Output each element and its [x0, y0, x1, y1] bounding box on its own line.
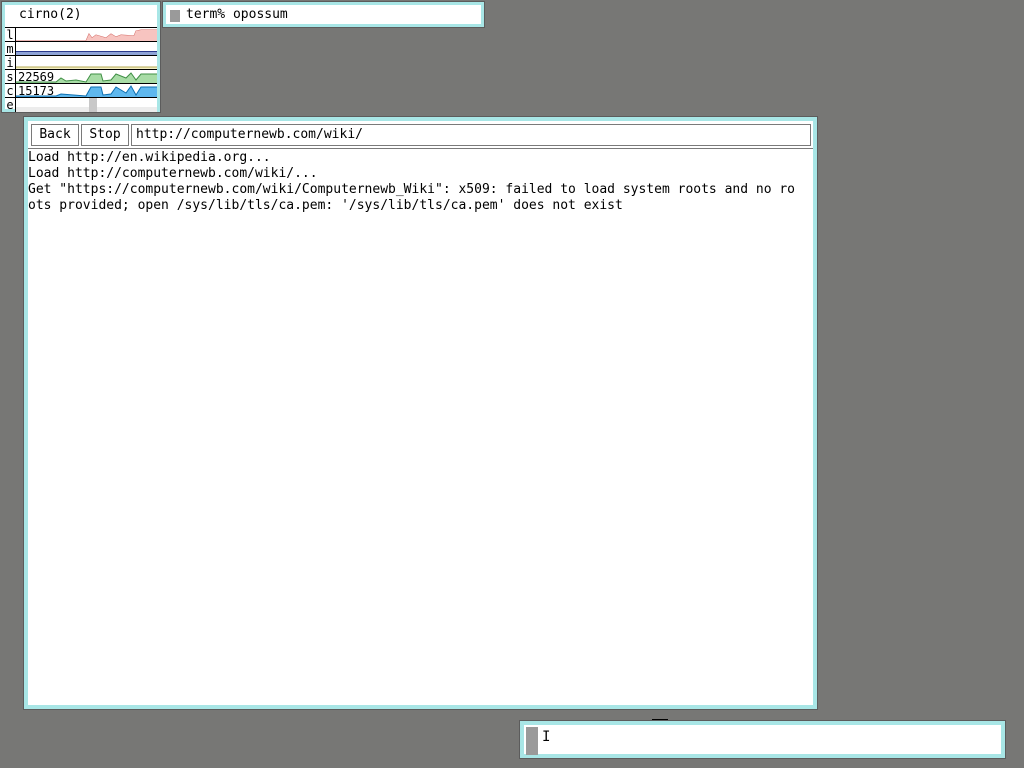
url-field[interactable]: http://computernewb.com/wiki/: [131, 124, 811, 146]
context-value: 15173: [18, 84, 55, 98]
stats-key: l: [5, 28, 16, 42]
text-cursor-icon: I: [542, 729, 551, 745]
load-graph: [16, 29, 157, 42]
stop-button[interactable]: Stop: [81, 124, 129, 146]
syscalls-value: 22569: [18, 70, 55, 84]
ethernet-graph: [16, 98, 157, 112]
stats-key: i: [5, 56, 16, 70]
stats-key: m: [5, 42, 16, 56]
stats-key: e: [5, 98, 16, 112]
stats-row-memory: m: [5, 41, 157, 56]
log-line: Get "https://computernewb.com/wiki/Compu…: [28, 182, 796, 197]
toolbar-divider: [28, 148, 813, 149]
stats-row-context: c 15173: [5, 83, 157, 98]
stats-row-ethernet: e: [5, 97, 157, 112]
stats-row-interrupts: i: [5, 55, 157, 70]
page-content[interactable]: Load http://en.wikipedia.org... Load htt…: [28, 150, 813, 214]
browser-window[interactable]: Back Stop http://computernewb.com/wiki/ …: [23, 116, 818, 710]
log-line: Load http://en.wikipedia.org...: [28, 150, 271, 165]
stats-key: s: [5, 70, 16, 84]
stats-key: c: [5, 84, 16, 98]
back-button[interactable]: Back: [31, 124, 79, 146]
stats-host-label: cirno(2): [19, 7, 82, 22]
stats-row-load: l: [5, 27, 157, 42]
scrollbar[interactable]: [526, 727, 538, 755]
command-window[interactable]: I: [519, 720, 1006, 759]
memory-graph: [16, 51, 157, 56]
terminal-label: term% opossum: [186, 7, 288, 22]
interrupts-graph: [16, 66, 157, 70]
stats-row-syscalls: s 22569: [5, 69, 157, 84]
log-line: ots provided; open /sys/lib/tls/ca.pem: …: [28, 198, 623, 213]
scrollbar[interactable]: [170, 10, 180, 22]
terminal-label-window[interactable]: term% opossum: [162, 1, 485, 28]
stats-window[interactable]: cirno(2) l m i s 22569 c 15173 e: [1, 1, 161, 113]
log-line: Load http://computernewb.com/wiki/...: [28, 166, 318, 181]
